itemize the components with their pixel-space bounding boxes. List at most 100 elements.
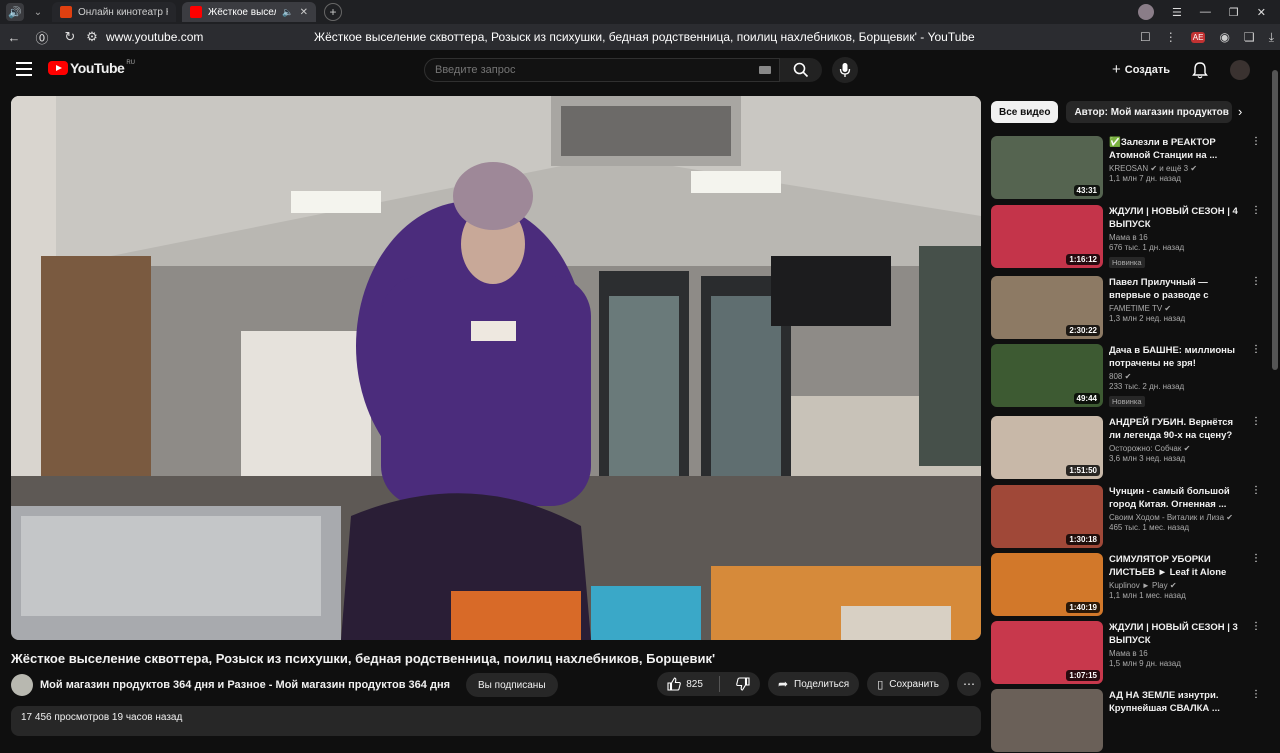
chevron-down-icon[interactable]: ⌄ xyxy=(30,3,46,21)
search-icon xyxy=(793,62,809,78)
restore-icon[interactable]: ❐ xyxy=(1229,6,1239,19)
subscribed-button[interactable]: Вы подписаны xyxy=(466,673,558,697)
recommendation-title[interactable]: АД НА ЗЕМЛЕ изнутри. Крупнейшая СВАЛКА .… xyxy=(1109,689,1245,715)
recommendation-title[interactable]: Чунцин - самый большой город Китая. Огне… xyxy=(1109,485,1245,511)
video-thumbnail[interactable]: 49:44 xyxy=(991,344,1103,407)
video-thumbnail[interactable]: 1:07:15 xyxy=(991,621,1103,684)
views-and-date: 17 456 просмотров 19 часов назад xyxy=(21,712,183,723)
tab-youtube[interactable]: Жёсткое выселение 🔈 ✕ xyxy=(182,2,316,22)
search-input[interactable] xyxy=(435,64,755,76)
close-window-icon[interactable]: ✕ xyxy=(1257,6,1266,19)
kebab-menu-icon[interactable]: ⋮ xyxy=(1251,344,1261,355)
speaker-icon[interactable]: 🔊 xyxy=(6,3,24,21)
video-thumbnail[interactable] xyxy=(991,689,1103,752)
recommendation-title[interactable]: ✅Залезли в РЕАКТОР Атомной Станции на ..… xyxy=(1109,136,1245,162)
kebab-menu-icon[interactable]: ⋮ xyxy=(1251,553,1261,564)
description-box[interactable]: 17 456 просмотров 19 часов назад xyxy=(11,706,981,736)
recommendation-item[interactable]: 1:30:18 Чунцин - самый большой город Кита… xyxy=(991,485,1261,549)
chip-author[interactable]: Автор: Мой магазин продуктов 364 дня xyxy=(1066,101,1233,123)
collections-icon[interactable]: ❏ xyxy=(1244,30,1255,44)
recommendation-title[interactable]: Дача в БАШНЕ: миллионы потрачены не зря! xyxy=(1109,344,1245,370)
recommendation-channel[interactable]: Мама в 16 xyxy=(1109,649,1245,658)
like-button[interactable]: 825 xyxy=(657,672,713,696)
more-actions-button[interactable]: ⋯ xyxy=(957,672,981,696)
video-thumbnail[interactable]: 2:30:22 xyxy=(991,276,1103,339)
save-button[interactable]: ▯ Сохранить xyxy=(867,672,949,696)
tab-kinopoisk[interactable]: Онлайн кинотеатр Кинопоиск xyxy=(52,2,176,22)
share-icon: ➦ xyxy=(777,677,788,691)
kebab-menu-icon[interactable]: ⋮ xyxy=(1251,485,1261,496)
recommendation-channel[interactable]: Осторожно: Собчак ✔ xyxy=(1109,444,1245,453)
close-tab-icon[interactable]: ✕ xyxy=(300,7,308,18)
thumbs-down-icon xyxy=(736,677,750,691)
video-player[interactable] xyxy=(11,96,981,640)
kebab-menu-icon[interactable]: ⋮ xyxy=(1251,689,1261,700)
recommendation-channel[interactable]: 808 ✔ xyxy=(1109,372,1245,381)
recommendation-meta: 1,1 млн 7 дн. назад xyxy=(1109,174,1181,183)
extension-badge[interactable]: AE xyxy=(1190,31,1206,43)
more-icon[interactable]: ⋮ xyxy=(1165,30,1177,44)
video-thumbnail[interactable]: 1:51:50 xyxy=(991,416,1103,479)
share-button[interactable]: ➦ Поделиться xyxy=(767,672,860,696)
user-avatar[interactable] xyxy=(1230,60,1250,80)
media-icon[interactable]: ◉ xyxy=(1219,30,1229,44)
recommendation-item[interactable]: 1:51:50 АНДРЕЙ ГУБИН. Вернётся ли легенда… xyxy=(991,416,1261,480)
bookmark-icon[interactable]: ☐ xyxy=(1140,30,1151,44)
kebab-menu-icon[interactable]: ⋮ xyxy=(1251,276,1261,287)
recommendation-item[interactable]: 1:16:12 ЖДУЛИ | НОВЫЙ СЕЗОН | 4 ВЫПУСК Мам… xyxy=(991,205,1261,269)
hamburger-menu-icon[interactable] xyxy=(16,62,32,80)
scrollbar[interactable] xyxy=(1270,50,1280,720)
url-text[interactable]: www.youtube.com xyxy=(106,30,306,44)
video-frame xyxy=(11,96,981,640)
audio-icon[interactable]: 🔈 xyxy=(282,7,293,18)
video-thumbnail[interactable]: 1:40:19 xyxy=(991,553,1103,616)
recommendation-channel[interactable]: FAMETIME TV ✔ xyxy=(1109,304,1245,313)
kebab-menu-icon[interactable]: ⋮ xyxy=(1251,621,1261,632)
recommendation-info: ЖДУЛИ | НОВЫЙ СЕЗОН | 3 ВЫПУСК Мама в 16 1… xyxy=(1109,621,1245,668)
kebab-menu-icon[interactable]: ⋮ xyxy=(1251,416,1261,427)
recommendation-item[interactable]: 49:44 Дача в БАШНЕ: миллионы потрачены не… xyxy=(991,344,1261,408)
thumbs-up-icon xyxy=(667,677,682,691)
recommendation-title[interactable]: АНДРЕЙ ГУБИН. Вернётся ли легенда 90-х н… xyxy=(1109,416,1245,442)
kebab-menu-icon[interactable]: ⋮ xyxy=(1251,136,1261,147)
recommendation-channel[interactable]: Своим Ходом - Виталик и Лиза ✔ xyxy=(1109,513,1245,522)
video-thumbnail[interactable]: 1:30:18 xyxy=(991,485,1103,548)
menu-icon[interactable]: ☰ xyxy=(1172,6,1182,19)
voice-search-button[interactable] xyxy=(832,57,858,83)
video-thumbnail[interactable]: 43:31 xyxy=(991,136,1103,199)
recommendation-channel[interactable]: Мама в 16 xyxy=(1109,233,1245,242)
notifications-button[interactable] xyxy=(1192,61,1208,84)
create-button[interactable]: + Создать xyxy=(1112,61,1170,78)
recommendation-item[interactable]: 1:40:19 СИМУЛЯТОР УБОРКИ ЛИСТЬЕВ ► Leaf i… xyxy=(991,553,1261,617)
video-thumbnail[interactable]: 1:16:12 xyxy=(991,205,1103,268)
recommendation-item[interactable]: 43:31 ✅Залезли в РЕАКТОР Атомной Станции … xyxy=(991,136,1261,200)
minimize-icon[interactable]: — xyxy=(1200,6,1211,18)
back-icon[interactable]: ← xyxy=(0,30,28,45)
recommendation-title[interactable]: ЖДУЛИ | НОВЫЙ СЕЗОН | 3 ВЫПУСК xyxy=(1109,621,1245,647)
recommendation-item[interactable]: 1:07:15 ЖДУЛИ | НОВЫЙ СЕЗОН | 3 ВЫПУСК Мам… xyxy=(991,621,1261,685)
recommendation-item[interactable]: АД НА ЗЕМЛЕ изнутри. Крупнейшая СВАЛКА .… xyxy=(991,689,1261,753)
recommendation-title[interactable]: СИМУЛЯТОР УБОРКИ ЛИСТЬЕВ ► Leaf it Alone xyxy=(1109,553,1245,579)
yandex-icon[interactable]: ⓪ xyxy=(28,28,56,47)
recommendation-channel[interactable]: Kuplinov ► Play ✔ xyxy=(1109,581,1245,590)
reload-icon[interactable]: ↻ xyxy=(56,29,84,45)
site-info-icon[interactable]: ⚙ xyxy=(84,29,100,45)
download-icon[interactable]: ⤓ xyxy=(1269,30,1274,45)
keyboard-icon[interactable] xyxy=(759,66,771,74)
recommendation-title[interactable]: ЖДУЛИ | НОВЫЙ СЕЗОН | 4 ВЫПУСК xyxy=(1109,205,1245,231)
kebab-menu-icon[interactable]: ⋮ xyxy=(1251,205,1261,216)
recommendation-title[interactable]: Павел Прилучный — впервые о разводе с Аг… xyxy=(1109,276,1245,302)
youtube-logo[interactable]: YouTube RU xyxy=(48,60,135,76)
browser-profile-avatar[interactable] xyxy=(1138,4,1155,20)
channel-avatar[interactable] xyxy=(11,674,33,696)
new-tab-button[interactable]: + xyxy=(324,3,342,21)
channel-name[interactable]: Мой магазин продуктов 364 дня и Разное -… xyxy=(40,679,450,691)
scrollbar-thumb[interactable] xyxy=(1272,70,1278,370)
chevron-right-icon[interactable]: › xyxy=(1238,104,1242,119)
duration-badge: 1:51:50 xyxy=(1066,465,1100,476)
recommendation-item[interactable]: 2:30:22 Павел Прилучный — впервые о разво… xyxy=(991,276,1261,340)
chip-all-videos[interactable]: Все видео xyxy=(991,101,1059,123)
recommendation-channel[interactable]: KREOSAN ✔ и ещё 3 ✔ xyxy=(1109,164,1245,173)
search-button[interactable] xyxy=(780,58,822,82)
dislike-button[interactable] xyxy=(726,672,760,696)
